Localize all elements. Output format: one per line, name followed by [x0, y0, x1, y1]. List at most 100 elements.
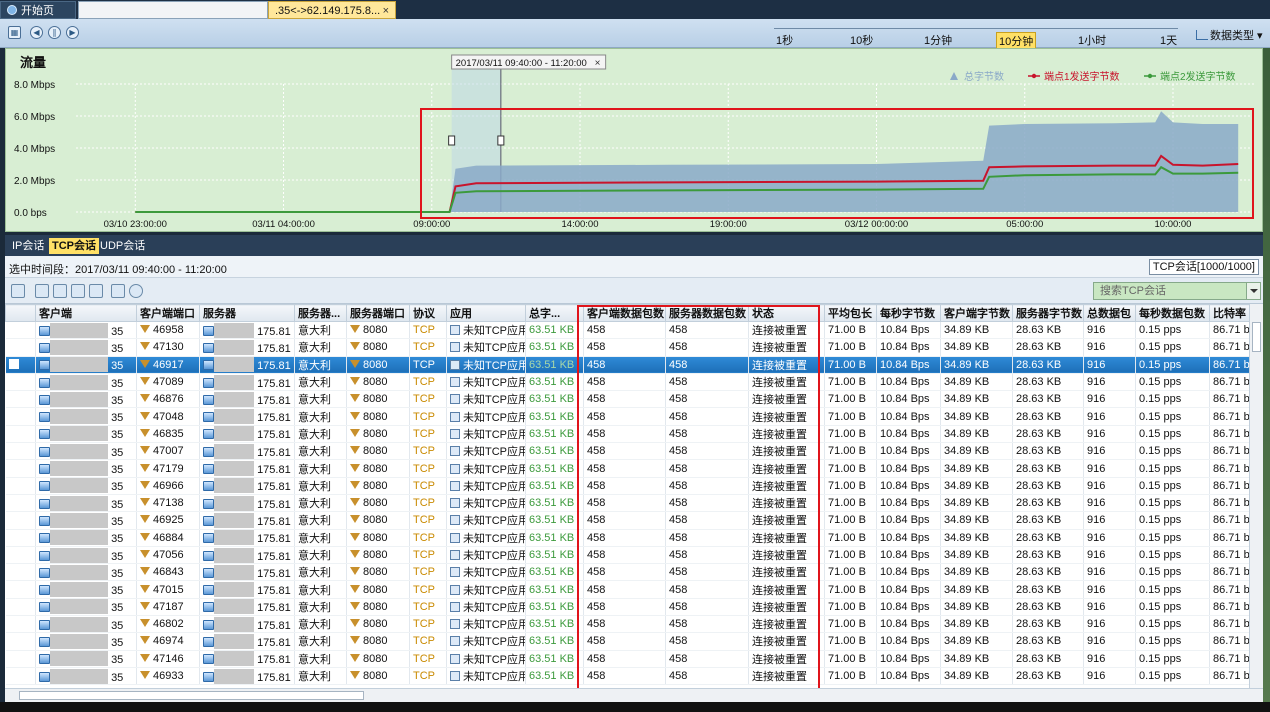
row-select-cell[interactable]: [5, 338, 36, 357]
table-row[interactable]: 35 47179 175.81 意大利 8080 TCP 未知TCP应用 63.51 KB 4…: [5, 459, 1263, 478]
close-icon[interactable]: ×: [383, 2, 389, 20]
tab-tcp-session[interactable]: .35<->62.149.175.8... ×: [268, 1, 396, 19]
scrollbar-thumb[interactable]: [1252, 322, 1261, 352]
tab-start-page[interactable]: 开始页: [0, 1, 76, 19]
table-row[interactable]: 35 47048 175.81 意大利 8080 TCP 未知TCP应用 63.51 KB 4…: [5, 407, 1263, 426]
table-row[interactable]: 35 46917 175.81 意大利 8080 TCP 未知TCP应用 63.51 KB 4…: [5, 356, 1263, 374]
column-header[interactable]: 每秒数据包数: [1135, 304, 1210, 322]
row-select-cell[interactable]: [5, 459, 36, 478]
row-select-cell[interactable]: [5, 442, 36, 461]
find-icon[interactable]: [71, 284, 85, 298]
table-row[interactable]: 35 47007 175.81 意大利 8080 TCP 未知TCP应用 63.51 KB 4…: [5, 442, 1263, 461]
column-header[interactable]: 总数据包: [1083, 304, 1136, 322]
column-header[interactable]: 服务器字节数: [1012, 304, 1084, 322]
cell-server: 175.81: [199, 546, 295, 565]
cell-client: 35: [35, 425, 137, 444]
row-select-cell[interactable]: [5, 356, 36, 374]
report-icon[interactable]: [111, 284, 125, 298]
column-header[interactable]: 服务器端口: [346, 304, 410, 322]
row-select-cell[interactable]: [5, 425, 36, 444]
column-header[interactable]: 客户端数据包数: [583, 304, 666, 322]
column-header[interactable]: 应用: [446, 304, 526, 322]
row-select-cell[interactable]: [5, 511, 36, 530]
table-row[interactable]: 35 46966 175.81 意大利 8080 TCP 未知TCP应用 63.51 KB 4…: [5, 477, 1263, 495]
column-header[interactable]: 服务器数据包数: [665, 304, 749, 322]
tab-tcp-session-list[interactable]: TCP会话: [49, 238, 99, 254]
row-select-cell[interactable]: [5, 546, 36, 565]
time-scale-1min[interactable]: 1分钟: [924, 32, 952, 48]
table-row[interactable]: 35 46974 175.81 意大利 8080 TCP 未知TCP应用 63.51 KB 4…: [5, 632, 1263, 651]
column-header[interactable]: 平均包长: [824, 304, 877, 322]
table-row[interactable]: 35 46835 175.81 意大利 8080 TCP 未知TCP应用 63.51 KB 4…: [5, 425, 1263, 444]
row-select-cell[interactable]: [5, 390, 36, 409]
time-scale-1h[interactable]: 1小时: [1078, 32, 1106, 48]
copy-icon[interactable]: [53, 284, 67, 298]
table-row[interactable]: 35 47056 175.81 意大利 8080 TCP 未知TCP应用 63.51 KB 4…: [5, 546, 1263, 565]
cell-server-bytes: 28.63 KB: [1012, 580, 1084, 599]
search-tcp-session-input[interactable]: 搜索TCP会话: [1093, 282, 1261, 300]
export-icon[interactable]: [35, 284, 49, 298]
table-row[interactable]: 35 46958 175.81 意大利 8080 TCP 未知TCP应用 63.51 KB 4…: [5, 321, 1263, 340]
chevron-down-icon[interactable]: [1246, 283, 1260, 299]
time-scale-1d[interactable]: 1天: [1160, 32, 1177, 48]
row-select-cell[interactable]: [5, 615, 36, 634]
horizontal-scrollbar[interactable]: [5, 688, 1263, 702]
table-row[interactable]: 35 47187 175.81 意大利 8080 TCP 未知TCP应用 63.51 KB 4…: [5, 598, 1263, 617]
row-select-cell[interactable]: [5, 632, 36, 651]
table-row[interactable]: 35 46802 175.81 意大利 8080 TCP 未知TCP应用 63.51 KB 4…: [5, 615, 1263, 634]
filter-icon[interactable]: [11, 284, 25, 298]
row-select-cell[interactable]: [5, 494, 36, 513]
scrollbar-thumb[interactable]: [19, 691, 364, 700]
vertical-scrollbar[interactable]: [1249, 304, 1263, 688]
column-header[interactable]: 服务器...: [294, 304, 347, 322]
row-select-cell[interactable]: [5, 407, 36, 426]
table-row[interactable]: 35 46876 175.81 意大利 8080 TCP 未知TCP应用 63.51 KB 4…: [5, 390, 1263, 409]
column-header[interactable]: 状态: [748, 304, 825, 322]
tab-udp-session[interactable]: UDP会话: [97, 238, 148, 254]
tab-ip-session[interactable]: IP会话: [9, 238, 47, 254]
globe-icon[interactable]: [129, 284, 143, 298]
row-select-cell[interactable]: [5, 598, 36, 617]
chart-settings-icon[interactable]: ▦: [8, 26, 21, 39]
row-select-cell[interactable]: [5, 667, 36, 686]
row-select-cell[interactable]: [5, 321, 36, 340]
row-select-cell[interactable]: [5, 529, 36, 547]
table-row[interactable]: 35 46925 175.81 意大利 8080 TCP 未知TCP应用 63.51 KB 4…: [5, 511, 1263, 530]
column-header[interactable]: 协议: [409, 304, 447, 322]
row-select-cell[interactable]: [5, 580, 36, 599]
play-icon[interactable]: ▶: [66, 26, 79, 39]
tab-blank[interactable]: [78, 1, 268, 19]
column-header[interactable]: 客户端: [35, 304, 137, 322]
table-row[interactable]: 35 47138 175.81 意大利 8080 TCP 未知TCP应用 63.51 KB 4…: [5, 494, 1263, 513]
packets-per-second: 0.15 pps: [1139, 514, 1182, 527]
column-header[interactable]: 总字...: [525, 304, 584, 322]
row-select-cell[interactable]: [5, 563, 36, 582]
table-row[interactable]: 35 47146 175.81 意大利 8080 TCP 未知TCP应用 63.51 KB 4…: [5, 650, 1263, 668]
column-header-select[interactable]: [5, 304, 36, 322]
total-bytes: 63.51 KB: [529, 376, 575, 389]
table-row[interactable]: 35 47015 175.81 意大利 8080 TCP 未知TCP应用 63.51 KB 4…: [5, 580, 1263, 599]
delete-icon[interactable]: [89, 284, 103, 298]
time-scale-1s[interactable]: 1秒: [776, 32, 793, 48]
row-select-cell[interactable]: [5, 650, 36, 668]
row-select-cell[interactable]: [5, 477, 36, 495]
traffic-chart[interactable]: 流量 8.0 Mbps 6.0 Mbps 4.0 Mbps 2.0 Mbps 0.0 bp…: [6, 49, 1264, 233]
table-body: 35 46958 175.81 意大利 8080 TCP 未知TCP应用 63.51 KB 4…: [5, 321, 1263, 686]
row-select-cell[interactable]: [5, 373, 36, 392]
server-icon: [203, 671, 214, 682]
time-scale-10s[interactable]: 10秒: [850, 32, 873, 48]
table-row[interactable]: 35 46884 175.81 意大利 8080 TCP 未知TCP应用 63.51 KB 4…: [5, 529, 1263, 547]
port-icon: [350, 550, 360, 558]
row-checkbox[interactable]: [8, 358, 19, 369]
table-row[interactable]: 35 47130 175.81 意大利 8080 TCP 未知TCP应用 63.51 KB 4…: [5, 338, 1263, 357]
rewind-icon[interactable]: ◀: [30, 26, 43, 39]
table-row[interactable]: 35 46933 175.81 意大利 8080 TCP 未知TCP应用 63.51 KB 4…: [5, 667, 1263, 686]
pause-icon[interactable]: ∥: [48, 26, 61, 39]
table-row[interactable]: 35 47089 175.81 意大利 8080 TCP 未知TCP应用 63.51 KB 4…: [5, 373, 1263, 392]
column-header[interactable]: 每秒字节数: [876, 304, 941, 322]
column-header[interactable]: 客户端字节数: [940, 304, 1013, 322]
data-type-dropdown[interactable]: 数据类型 ▾: [1196, 27, 1263, 43]
table-row[interactable]: 35 46843 175.81 意大利 8080 TCP 未知TCP应用 63.51 KB 4…: [5, 563, 1263, 582]
column-header[interactable]: 客户端端口: [136, 304, 200, 322]
column-header[interactable]: 服务器: [199, 304, 295, 322]
